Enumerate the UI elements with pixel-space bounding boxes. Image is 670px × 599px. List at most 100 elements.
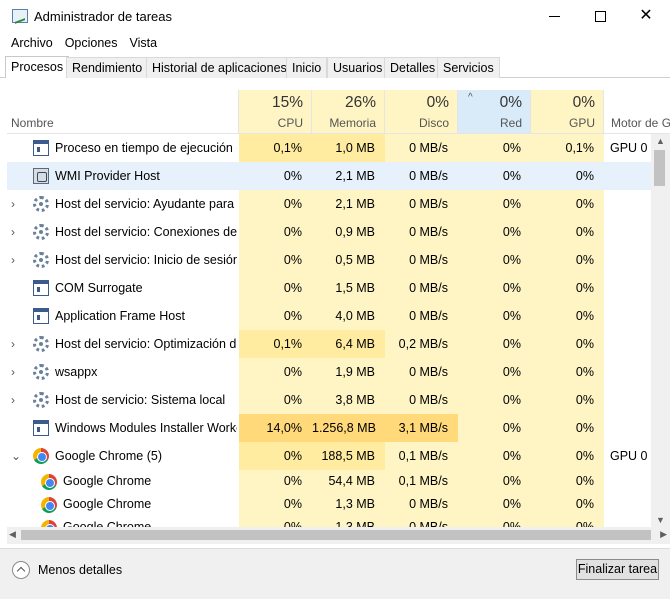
tab-inicio[interactable]: Inicio — [286, 57, 328, 78]
process-row[interactable]: › Host del servicio: Optimización de dist… — [7, 330, 651, 358]
process-cpu-value: 0% — [283, 393, 302, 407]
process-cpu-value: 0% — [283, 474, 302, 488]
process-row[interactable]: › Host del servicio: Conexiones de red 0% 0… — [7, 218, 651, 246]
chevron-right-icon[interactable]: › — [11, 190, 15, 218]
horizontal-scrollbar[interactable]: ◀ ▶ — [7, 527, 670, 544]
header-name[interactable]: Nombre — [7, 90, 239, 134]
process-row[interactable]: WMI Provider Host 0% 2,1 MB 0 MB/s 0% 0% — [7, 162, 651, 190]
process-gpu-value: 0% — [575, 497, 594, 511]
process-net-value: 0% — [502, 169, 521, 183]
process-row[interactable]: Google Chrome 0% 54,4 MB 0,1 MB/s 0% 0% — [7, 470, 651, 493]
header-disk-total: 0% — [426, 94, 449, 111]
process-row[interactable]: ⌄ Google Chrome (5) 0% 188,5 MB 0,1 MB/s 0% 0%… — [7, 442, 657, 470]
chevron-right-icon[interactable]: › — [11, 218, 15, 246]
header-cpu[interactable]: 15% CPU — [239, 90, 312, 134]
process-row[interactable]: › Host del servicio: Ayudante para la con… — [7, 190, 651, 218]
maximize-button[interactable] — [577, 0, 623, 32]
menu-opciones[interactable]: Opciones — [59, 36, 124, 50]
process-name-cell: WMI Provider Host — [7, 162, 239, 190]
process-gpu-engine-value — [610, 470, 657, 493]
chevron-right-icon[interactable]: › — [11, 246, 15, 274]
gear-icon — [33, 364, 49, 380]
header-gpu-engine[interactable]: Motor de GPU — [604, 90, 670, 134]
less-details-link[interactable]: Menos detalles — [38, 563, 122, 577]
header-cpu-label: CPU — [277, 116, 303, 130]
process-row[interactable]: COM Surrogate 0% 1,5 MB 0 MB/s 0% 0% — [7, 274, 651, 302]
chevron-down-icon[interactable]: ⌄ — [11, 442, 21, 470]
scroll-up-icon[interactable]: ▲ — [656, 136, 665, 146]
process-mem-value: 1,3 MB — [335, 520, 375, 527]
header-disk[interactable]: 0% Disco — [385, 90, 458, 134]
close-button[interactable]: ✕ — [623, 0, 669, 32]
process-grid: Nombre 15% CPU 26% Memoria 0% Disco ^ 0%… — [7, 90, 670, 527]
process-row[interactable]: › wsappx 0% 1,9 MB 0 MB/s 0% 0% — [7, 358, 651, 386]
header-network-total: 0% — [499, 94, 522, 111]
process-gpu-engine-value: GPU 0 - 3D — [610, 449, 657, 463]
title-bar: Administrador de tareas ✕ — [0, 0, 670, 32]
process-gpu-value: 0,1% — [565, 141, 595, 155]
menu-archivo[interactable]: Archivo — [5, 36, 59, 50]
scroll-right-icon[interactable]: ▶ — [660, 529, 667, 540]
process-disk-value: 0 MB/s — [409, 169, 448, 183]
scroll-left-icon[interactable]: ◀ — [9, 529, 16, 540]
process-gpu-value: 0% — [575, 309, 594, 323]
header-memory[interactable]: 26% Memoria — [312, 90, 385, 134]
process-mem-value: 4,0 MB — [335, 309, 375, 323]
tab-detalles[interactable]: Detalles — [384, 57, 442, 78]
process-name: Host del servicio: Optimización de distr… — [55, 337, 237, 351]
chevron-right-icon[interactable]: › — [11, 330, 15, 358]
process-gpu-engine-value — [610, 302, 657, 330]
minimize-button[interactable] — [531, 0, 577, 32]
process-row[interactable]: › Host del servicio: Inicio de sesión sec… — [7, 246, 651, 274]
process-name: Host de servicio: Sistema local — [55, 393, 226, 407]
process-name: Application Frame Host — [55, 309, 185, 323]
menu-vista[interactable]: Vista — [124, 36, 164, 50]
chevron-up-circle-icon[interactable] — [12, 561, 30, 579]
scroll-down-icon[interactable]: ▼ — [656, 515, 665, 525]
maximize-icon — [594, 10, 606, 22]
process-name-cell: › Host del servicio: Inicio de sesión sec… — [7, 246, 239, 274]
process-name-cell: Windows Modules Installer Worker — [7, 414, 239, 442]
process-row[interactable]: Proceso en tiempo de ejecución de client… — [7, 134, 657, 162]
tab-historial[interactable]: Historial de aplicaciones — [146, 57, 293, 78]
tab-rendimiento[interactable]: Rendimiento — [66, 57, 149, 78]
chevron-right-icon[interactable]: › — [11, 386, 15, 414]
process-cpu-value: 0,1% — [273, 141, 303, 155]
end-task-button[interactable]: Finalizar tarea — [576, 559, 659, 580]
process-gpu-value: 0% — [575, 520, 594, 527]
process-row[interactable]: Google Chrome 0% 1,3 MB 0 MB/s 0% 0% — [7, 516, 651, 527]
window-title: Administrador de tareas — [34, 9, 173, 24]
tab-procesos[interactable]: Procesos — [5, 56, 70, 78]
process-gpu-engine-value — [610, 386, 657, 414]
window-icon — [33, 280, 49, 296]
chrome-icon — [41, 474, 57, 490]
process-gpu-value: 0% — [575, 281, 594, 295]
vertical-scrollbar[interactable]: ▲ ▼ — [651, 134, 670, 527]
vertical-scroll-thumb[interactable] — [654, 150, 665, 186]
process-name-cell: › Host del servicio: Ayudante para la con… — [7, 190, 239, 218]
process-row[interactable]: › Host de servicio: Sistema local 0% 3,8 MB… — [7, 386, 651, 414]
process-gpu-value: 0% — [575, 253, 594, 267]
process-cpu-value: 0% — [283, 365, 302, 379]
process-net-value: 0% — [502, 449, 521, 463]
process-name: wsappx — [55, 365, 98, 379]
horizontal-scroll-thumb[interactable] — [21, 530, 651, 540]
process-net-value: 0% — [502, 281, 521, 295]
tab-usuarios[interactable]: Usuarios — [327, 57, 389, 78]
chevron-right-icon[interactable]: › — [11, 358, 15, 386]
header-gpu[interactable]: 0% GPU — [531, 90, 604, 134]
process-disk-value: 0 MB/s — [409, 141, 448, 155]
process-row[interactable]: Application Frame Host 0% 4,0 MB 0 MB/s 0% 0% — [7, 302, 651, 330]
process-name-cell: Google Chrome — [7, 470, 239, 493]
process-gpu-engine-value: GPU 0 - 3D — [610, 141, 657, 155]
process-row[interactable]: Windows Modules Installer Worker 14,0% 1.2… — [7, 414, 651, 442]
process-net-value: 0% — [502, 393, 521, 407]
process-name: Google Chrome — [63, 520, 152, 527]
process-name-cell: COM Surrogate — [7, 274, 239, 302]
header-gpu-label: GPU — [568, 116, 595, 130]
process-row[interactable]: Google Chrome 0% 1,3 MB 0 MB/s 0% 0% — [7, 493, 651, 516]
header-network[interactable]: ^ 0% Red — [458, 90, 531, 134]
process-gpu-engine-value — [610, 218, 657, 246]
process-disk-value: 0 MB/s — [409, 497, 448, 511]
tab-servicios[interactable]: Servicios — [437, 57, 500, 78]
